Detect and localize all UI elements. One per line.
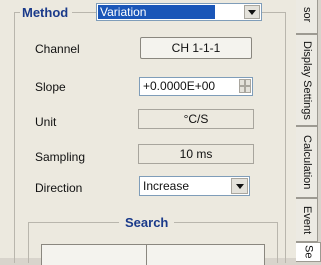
tab-search[interactable]: Se [296,242,321,262]
search-title: Search [119,215,175,230]
settings-panel: Method Variation Channel CH 1-1-1 Slope … [0,0,296,265]
method-title: Method [22,4,69,20]
direction-label: Direction [35,181,83,195]
tab-display-settings-label: Display Settings [301,40,313,120]
slope-spin-buttons [239,79,251,94]
sampling-label: Sampling [35,150,86,164]
tab-calculation-label: Calculation [301,134,313,190]
tab-display-settings[interactable]: Display Settings [296,34,318,126]
unit-display: °C/S [138,109,254,129]
spin-up-button[interactable] [239,79,251,86]
method-dropdown-button[interactable] [244,5,260,19]
tab-monitor[interactable]: sor [296,0,318,34]
slope-label: Slope [35,80,66,94]
arrow-up-icon [244,79,246,86]
tab-event-label: Event [301,205,313,235]
tab-search-label: Se [302,245,315,259]
tab-monitor-label: sor [301,7,313,23]
chevron-down-icon [248,9,256,15]
channel-button[interactable]: CH 1-1-1 [140,37,252,59]
unit-value: °C/S [183,112,209,126]
arrow-down-icon [244,86,246,93]
slope-spinbox[interactable]: +0.0000E+00 [139,77,253,96]
unit-label: Unit [35,115,57,129]
tab-event[interactable]: Event [296,198,318,242]
method-select[interactable]: Variation [96,3,262,21]
direction-dropdown-button[interactable] [231,178,248,194]
spin-down-button[interactable] [239,86,251,93]
side-tab-strip: sor Display Settings Calculation Event S… [296,0,321,262]
channel-value: CH 1-1-1 [171,41,221,55]
direction-value: Increase [143,179,190,193]
search-divider [146,245,147,265]
sampling-value: 10 ms [179,147,213,161]
chevron-down-icon [235,183,244,189]
method-legend: Method [20,4,73,20]
method-select-value: Variation [98,5,215,19]
tab-calculation[interactable]: Calculation [296,126,318,198]
slope-value: +0.0000E+00 [143,79,216,93]
direction-select[interactable]: Increase [139,176,250,196]
channel-label: Channel [35,42,80,56]
search-controls [41,244,265,265]
sampling-display: 10 ms [138,144,254,164]
